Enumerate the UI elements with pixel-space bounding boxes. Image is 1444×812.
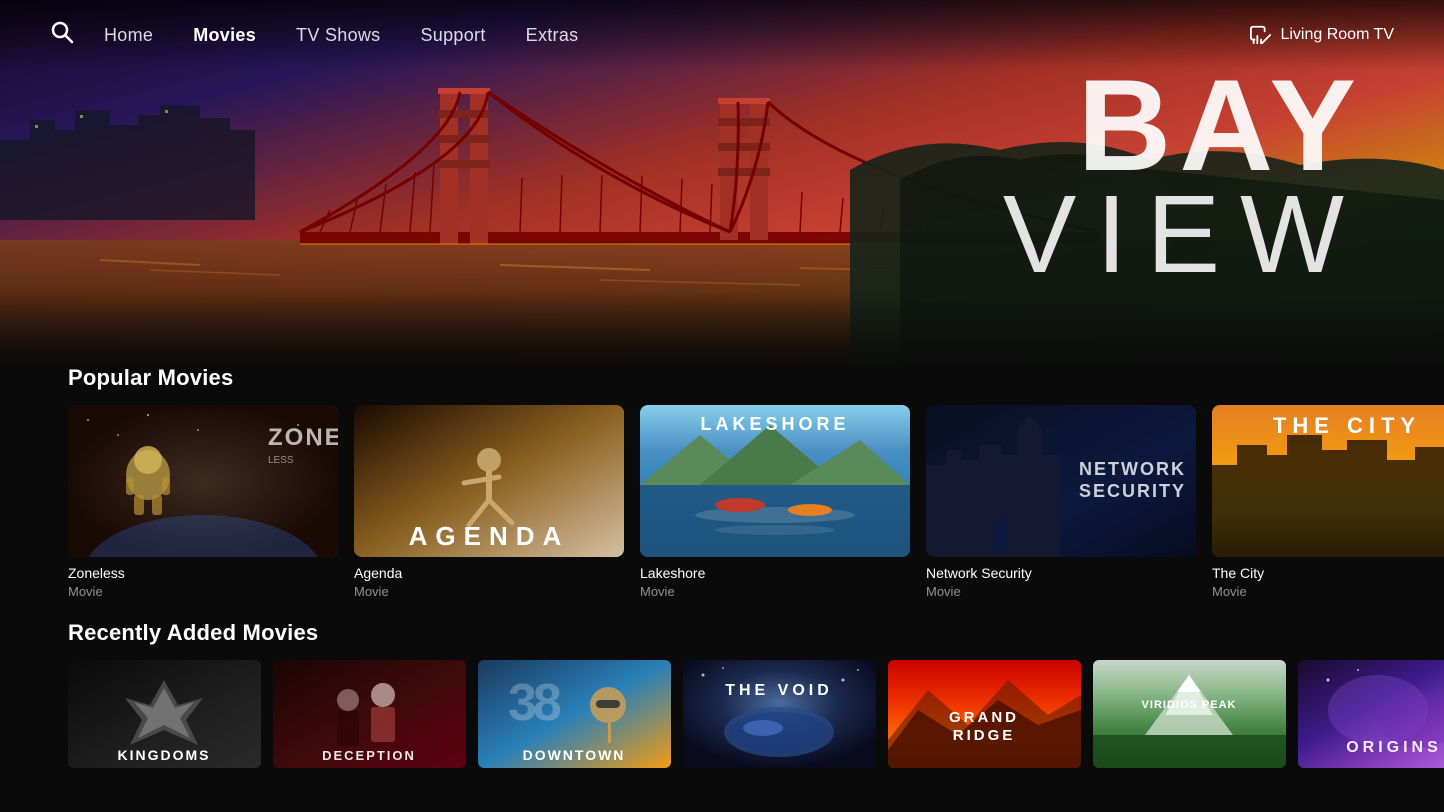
nav-links: Home Movies TV Shows Support Extras <box>104 25 1250 46</box>
cast-label: Living Room TV <box>1280 26 1394 44</box>
recent-card-grand[interactable]: GRAND RIDGE <box>888 660 1081 768</box>
svg-text:RIDGE: RIDGE <box>953 727 1016 744</box>
recently-section-title: Recently Added Movies <box>68 620 1444 646</box>
svg-text:38: 38 <box>508 674 561 732</box>
hero-title-bay: BAY <box>1003 60 1364 190</box>
svg-text:THE CITY: THE CITY <box>1273 413 1421 438</box>
nav-bar: Home Movies TV Shows Support Extras Livi… <box>0 0 1444 70</box>
recent-thumb-grand: GRAND RIDGE <box>888 660 1081 768</box>
svg-text:DECEPTION: DECEPTION <box>322 748 416 763</box>
hero-fade <box>0 290 1444 370</box>
movie-type-lakeshore: Movie <box>640 584 910 599</box>
recent-thumb-downtown: 38 DOWNTOWN <box>478 660 671 768</box>
svg-text:THE VOID: THE VOID <box>725 682 833 699</box>
nav-tvshows[interactable]: TV Shows <box>296 25 380 46</box>
movie-label-zoneless: Zoneless <box>68 565 338 581</box>
svg-text:ZONE: ZONE <box>268 424 338 451</box>
svg-text:GRAND: GRAND <box>949 709 1019 726</box>
recent-thumb-viridios: VIRIDIOS PEAK <box>1093 660 1286 768</box>
nav-home[interactable]: Home <box>104 25 153 46</box>
movie-label-network: Network Security <box>926 565 1196 581</box>
svg-text:ORIGINS: ORIGINS <box>1346 739 1442 756</box>
recent-thumb-kingdoms: KINGDOMS <box>68 660 261 768</box>
popular-section-title: Popular Movies <box>68 365 1444 391</box>
movie-type-zoneless: Movie <box>68 584 338 599</box>
movie-type-agenda: Movie <box>354 584 624 599</box>
hero-title: BAY VIEW <box>1003 60 1364 290</box>
svg-text:DOWNTOWN: DOWNTOWN <box>523 747 626 763</box>
movie-card-network[interactable]: NETWORK SECURITY Network Security Movie <box>926 405 1196 599</box>
recent-card-void[interactable]: THE VOID <box>683 660 876 768</box>
movie-thumb-network: NETWORK SECURITY <box>926 405 1196 557</box>
recently-added-row: KINGDOMS <box>0 660 1444 768</box>
svg-text:KINGDOMS: KINGDOMS <box>118 747 211 763</box>
movie-thumb-lakeshore: LAKESHORE <box>640 405 910 557</box>
movie-thumb-zoneless: ZONE LESS <box>68 405 338 557</box>
recent-card-origins[interactable]: ORIGINS <box>1298 660 1444 768</box>
nav-support[interactable]: Support <box>420 25 485 46</box>
nav-extras[interactable]: Extras <box>526 25 579 46</box>
movie-type-network: Movie <box>926 584 1196 599</box>
movie-label-agenda: Agenda <box>354 565 624 581</box>
recently-added-section: Recently Added Movies <box>0 620 1444 768</box>
cast-button[interactable]: Living Room TV <box>1250 24 1394 46</box>
recent-card-kingdoms[interactable]: KINGDOMS <box>68 660 261 768</box>
movie-label-lakeshore: Lakeshore <box>640 565 910 581</box>
movie-thumb-city: THE CITY <box>1212 405 1444 557</box>
recent-thumb-origins: ORIGINS <box>1298 660 1444 768</box>
recent-thumb-deception: DECEPTION <box>273 660 466 768</box>
movie-type-city: Movie <box>1212 584 1444 599</box>
hero-title-view: VIEW <box>1003 180 1364 290</box>
movie-label-city: The City <box>1212 565 1444 581</box>
movie-card-agenda[interactable]: AGENDA Agenda Movie <box>354 405 624 599</box>
recent-card-deception[interactable]: DECEPTION <box>273 660 466 768</box>
nav-movies[interactable]: Movies <box>193 25 256 46</box>
popular-movies-section: Popular Movies <box>0 365 1444 599</box>
svg-text:VIRIDIOS PEAK: VIRIDIOS PEAK <box>1142 699 1237 711</box>
recent-card-viridios[interactable]: VIRIDIOS PEAK <box>1093 660 1286 768</box>
movie-card-lakeshore[interactable]: LAKESHORE Lakeshore Movie <box>640 405 910 599</box>
svg-text:LAKESHORE: LAKESHORE <box>700 414 849 434</box>
movie-thumb-agenda: AGENDA <box>354 405 624 557</box>
movie-card-zoneless[interactable]: ZONE LESS Zoneless Movie <box>68 405 338 599</box>
popular-movies-row: ZONE LESS Zoneless Movie <box>0 405 1444 599</box>
movie-card-city[interactable]: THE CITY The City Movie <box>1212 405 1444 599</box>
recent-card-downtown[interactable]: 38 DOWNTOWN <box>478 660 671 768</box>
recent-thumb-void: THE VOID <box>683 660 876 768</box>
svg-text:AGENDA: AGENDA <box>409 521 570 551</box>
svg-text:LESS: LESS <box>268 455 294 466</box>
search-icon[interactable] <box>50 20 74 50</box>
